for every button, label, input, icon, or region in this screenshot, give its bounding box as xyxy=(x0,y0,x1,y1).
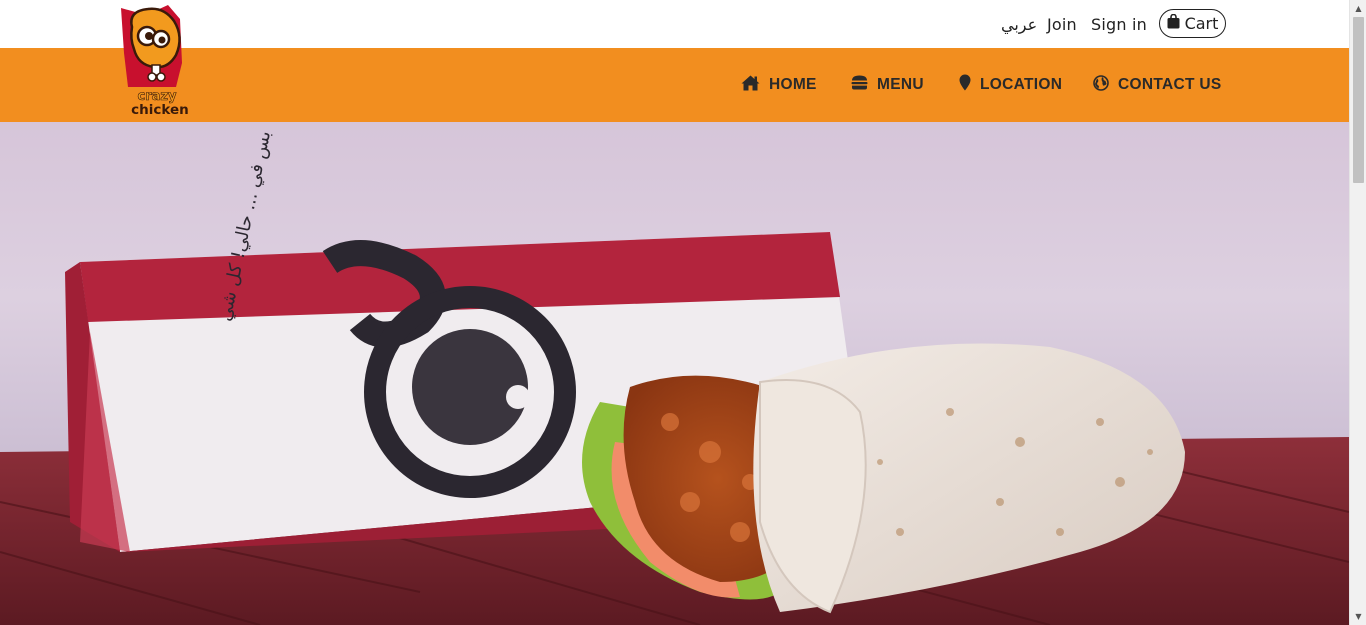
shopping-bag-icon xyxy=(1167,13,1180,33)
logo-text-chicken: chicken xyxy=(131,102,189,117)
nav-item-location[interactable]: LOCATION xyxy=(959,48,1062,122)
nav-item-label: LOCATION xyxy=(980,76,1063,93)
nav-item-contact-us[interactable]: CONTACT US xyxy=(1093,48,1221,122)
burger-icon xyxy=(851,75,868,95)
map-pin-icon xyxy=(959,74,971,96)
scrollbar-thumb[interactable] xyxy=(1353,17,1364,183)
home-icon xyxy=(741,75,760,96)
nav-item-label: CONTACT US xyxy=(1118,76,1222,93)
crazy-chicken-logo[interactable]: crazy chicken xyxy=(116,3,200,118)
hero-banner: بس في ... حالي! كل شي xyxy=(0,122,1349,625)
scroll-up-arrow-icon[interactable]: ▲ xyxy=(1350,0,1366,17)
main-navigation: HOME MENU LOCATION CONTACT US xyxy=(0,48,1349,122)
page-scrollbar[interactable]: ▲ ▼ xyxy=(1349,0,1366,625)
nav-item-label: MENU xyxy=(877,76,924,93)
cart-label: Cart xyxy=(1184,14,1219,33)
sign-in-link[interactable]: Sign in xyxy=(1091,0,1147,48)
join-link[interactable]: Join xyxy=(1047,0,1077,48)
language-link[interactable]: عربي xyxy=(1001,0,1037,48)
scroll-down-arrow-icon[interactable]: ▼ xyxy=(1350,608,1366,625)
chicken-wrap-with-box-photo: بس في ... حالي! كل شي xyxy=(0,129,1349,625)
cart-button[interactable]: Cart xyxy=(1159,9,1226,38)
nav-item-label: HOME xyxy=(769,76,817,93)
nav-item-menu[interactable]: MENU xyxy=(851,48,924,122)
globe-icon xyxy=(1093,74,1109,96)
top-utility-bar: عربي Join Sign in Cart xyxy=(0,0,1349,48)
nav-item-home[interactable]: HOME xyxy=(741,48,817,122)
